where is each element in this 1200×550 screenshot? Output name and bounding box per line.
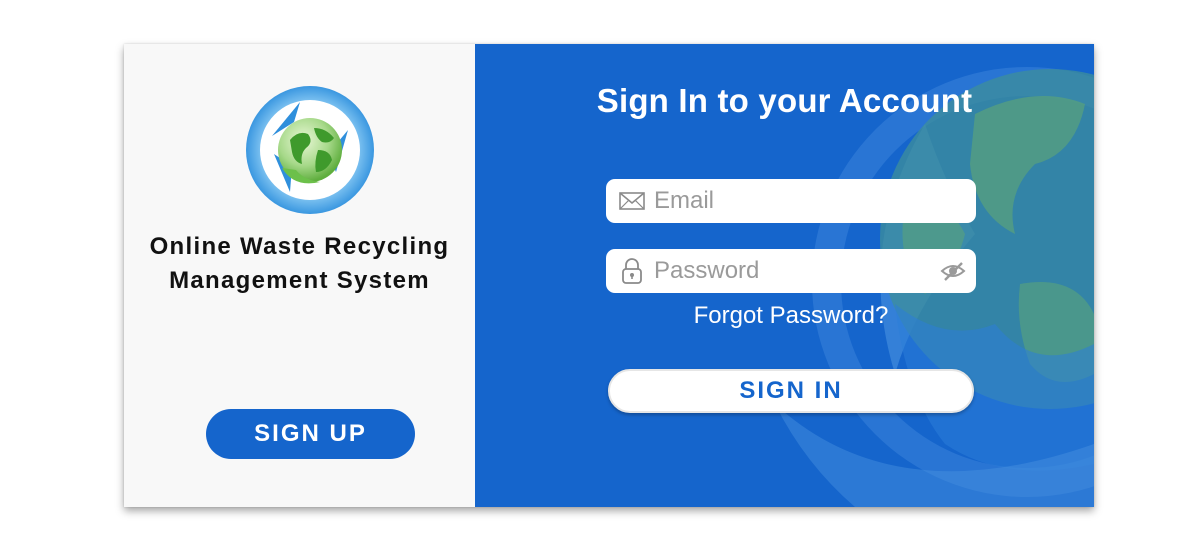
envelope-icon [619, 192, 645, 210]
lock-icon [622, 258, 642, 284]
right-panel: Sign In to your Account For [475, 44, 1094, 507]
sign-in-title: Sign In to your Account [596, 82, 973, 119]
password-input[interactable] [654, 249, 924, 293]
email-input[interactable] [654, 179, 924, 223]
login-card: Online Waste Recycling Management System… [124, 44, 1094, 507]
sign-up-button[interactable]: SIGN UP [206, 409, 415, 459]
system-name-line1: Online Waste Recycling [149, 233, 450, 260]
eye-slash-icon[interactable] [940, 260, 966, 282]
system-name-line2: Management System [169, 267, 430, 294]
password-field[interactable] [606, 249, 976, 293]
left-panel: Online Waste Recycling Management System… [124, 44, 475, 507]
system-name: Online Waste Recycling Management System [124, 230, 475, 298]
email-field[interactable] [606, 179, 976, 223]
forgot-password-link[interactable]: Forgot Password? [606, 302, 976, 330]
recycling-globe-icon [246, 86, 374, 214]
sign-in-button[interactable]: SIGN IN [608, 369, 974, 413]
